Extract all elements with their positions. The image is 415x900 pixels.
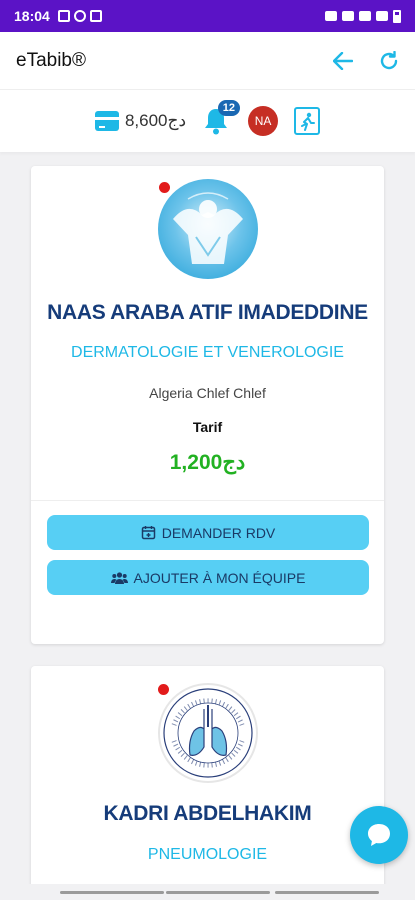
notifications-button[interactable]: 12 xyxy=(202,100,241,136)
doctor-name: KADRI ABDELHAKIM xyxy=(103,802,312,825)
add-to-team-label: AJOUTER À MON ÉQUIPE xyxy=(133,569,306,586)
wallet-icon xyxy=(94,111,119,131)
refresh-icon[interactable] xyxy=(379,50,399,71)
alarm-icon xyxy=(325,11,337,21)
tarif-value: 1,200دج xyxy=(169,451,246,474)
add-to-team-button[interactable]: AJOUTER À MON ÉQUIPE xyxy=(47,560,369,595)
doctor-specialty: PNEUMOLOGIE xyxy=(147,846,268,863)
exit-icon[interactable] xyxy=(294,107,321,135)
request-appointment-label: DEMANDER RDV xyxy=(161,524,276,541)
avatar[interactable]: NA xyxy=(248,106,279,136)
doctor-photo xyxy=(158,179,258,279)
nav-home[interactable] xyxy=(166,891,270,894)
gallery-notification-icon xyxy=(57,10,70,22)
doctor-name: NAAS ARABA ATIF IMADEDDINE xyxy=(47,301,368,324)
doctor-logo xyxy=(158,683,258,783)
nav-recent-apps[interactable] xyxy=(60,891,164,894)
status-icons xyxy=(325,9,401,23)
users-icon xyxy=(110,571,128,584)
online-status-dot xyxy=(158,684,169,695)
online-status-dot xyxy=(159,182,170,193)
arrow-left-icon[interactable] xyxy=(333,51,353,70)
doctor-location: Algeria Chlef Chlef xyxy=(149,385,266,401)
doctor-card[interactable]: KADRI ABDELHAKIM PNEUMOLOGIE xyxy=(31,666,384,900)
request-appointment-button[interactable]: DEMANDER RDV xyxy=(47,515,369,550)
mute-icon xyxy=(342,11,354,21)
calendar-plus-icon xyxy=(141,526,155,540)
app-bar: eTabib® xyxy=(0,32,415,90)
signal-icon xyxy=(376,11,388,21)
wallet-balance[interactable]: 8,600دج xyxy=(94,111,187,131)
app-title: eTabib® xyxy=(16,49,86,71)
balance-value: 8,600دج xyxy=(124,111,187,130)
status-time: 18:04 xyxy=(14,8,50,24)
notification-badge: 12 xyxy=(217,100,241,116)
doctor-specialty: DERMATOLOGIE ET VENEROLOGIE xyxy=(71,344,344,361)
tarif-label: Tarif xyxy=(192,419,223,435)
divider xyxy=(31,500,384,501)
system-nav-bar xyxy=(0,884,415,900)
chat-button[interactable] xyxy=(350,806,408,864)
battery-icon xyxy=(393,9,401,23)
status-bar: 18:04 xyxy=(0,0,415,32)
app-notification-icon xyxy=(89,10,102,22)
wifi-icon xyxy=(359,11,371,21)
nav-back[interactable] xyxy=(275,891,379,894)
chat-icon xyxy=(368,824,390,846)
account-notification-icon xyxy=(73,10,86,22)
doctor-card[interactable]: NAAS ARABA ATIF IMADEDDINE DERMATOLOGIE … xyxy=(31,166,384,644)
info-bar: 8,600دج 12 NA xyxy=(0,90,415,152)
